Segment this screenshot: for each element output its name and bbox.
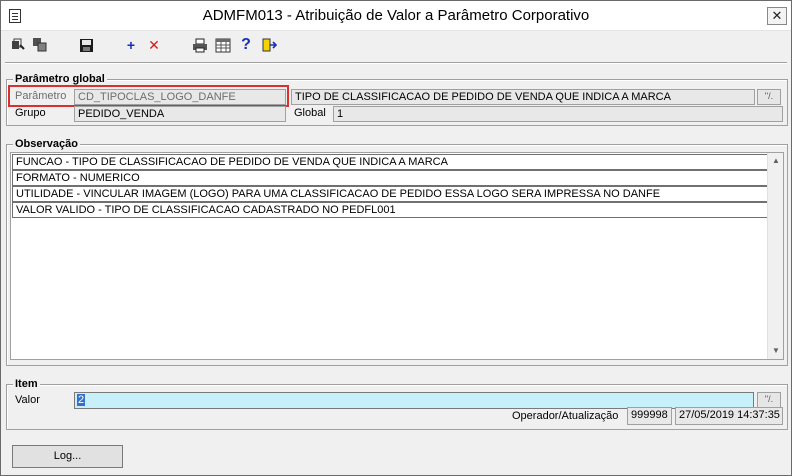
global-label: Global: [294, 107, 326, 119]
list-item[interactable]: FUNCAO - TIPO DE CLASSIFICACAO DE PEDIDO…: [12, 154, 768, 170]
scroll-down-icon[interactable]: ▼: [768, 343, 784, 359]
observacao-list[interactable]: FUNCAO - TIPO DE CLASSIFICACAO DE PEDIDO…: [10, 152, 784, 360]
valor-value: 2: [77, 394, 86, 406]
grupo-field: PEDIDO_VENDA: [74, 106, 286, 122]
duplicate-icon[interactable]: [31, 36, 49, 54]
app-window: ADMFM013 - Atribuição de Valor a Parâmet…: [0, 0, 792, 476]
list-item[interactable]: VALOR VALIDO - TIPO DE CLASSIFICACAO CAD…: [12, 202, 768, 218]
log-button[interactable]: Log...: [12, 445, 123, 468]
grupo-label: Grupo: [15, 107, 46, 119]
add-icon[interactable]: +: [122, 36, 140, 54]
toolbar-divider: [5, 62, 787, 64]
first-record-icon[interactable]: [9, 36, 27, 54]
list-item[interactable]: FORMATO - NUMERICO: [12, 170, 768, 186]
list-item[interactable]: UTILIDADE - VINCULAR IMAGEM (LOGO) PARA …: [12, 186, 768, 202]
atualizacao-field: 27/05/2019 14:37:35: [675, 407, 783, 425]
valor-label: Valor: [15, 394, 40, 406]
observacao-title: Observação: [13, 138, 80, 150]
operador-label: Operador/Atualização: [512, 410, 619, 422]
global-field: 1: [333, 106, 783, 122]
item-title: Item: [13, 378, 40, 390]
parametro-global-title: Parâmetro global: [13, 73, 107, 85]
save-icon[interactable]: [77, 36, 95, 54]
grid-icon[interactable]: [214, 36, 232, 54]
operador-field: 999998: [627, 407, 672, 425]
parametro-highlight: [8, 85, 289, 107]
exit-icon[interactable]: [260, 36, 278, 54]
title-bar: ADMFM013 - Atribuição de Valor a Parâmet…: [1, 1, 791, 31]
observacao-scrollbar[interactable]: ▲ ▼: [767, 153, 783, 359]
window-title: ADMFM013 - Atribuição de Valor a Parâmet…: [202, 7, 590, 24]
print-icon[interactable]: [191, 36, 209, 54]
scroll-up-icon[interactable]: ▲: [768, 153, 784, 169]
help-icon[interactable]: ?: [237, 36, 255, 54]
delete-icon[interactable]: ✕: [145, 36, 163, 54]
lookup-button[interactable]: "/.: [757, 89, 781, 105]
parametro-description-field: TIPO DE CLASSIFICACAO DE PEDIDO DE VENDA…: [291, 89, 755, 105]
close-button[interactable]: ✕: [767, 7, 787, 25]
toolbar: + ✕ ?: [1, 32, 791, 58]
